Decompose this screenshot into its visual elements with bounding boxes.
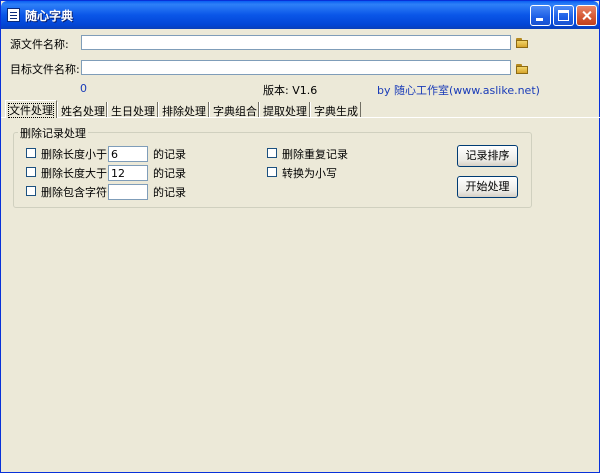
maximize-button[interactable] [553, 5, 574, 26]
tab-dict-generate[interactable]: 字典生成 [310, 102, 361, 118]
max-length-input[interactable] [108, 165, 148, 181]
target-file-input[interactable] [81, 60, 511, 75]
author-link[interactable]: by 随心工作室(www.aslike.net) [377, 82, 540, 98]
record-count: 0 [80, 82, 87, 95]
sort-records-button[interactable]: 记录排序 [457, 145, 518, 167]
min-length-label: 删除长度小于 [41, 148, 107, 161]
app-window: 随心字典 源文件名称: 目标文件名称: 0 版本: V1.6 by 随心工作室(… [0, 0, 600, 473]
minimize-button[interactable] [530, 5, 551, 26]
checkbox-max-length[interactable] [26, 167, 36, 177]
close-button[interactable] [576, 5, 597, 26]
min-length-input[interactable] [108, 146, 148, 162]
tab-file-processing[interactable]: 文件处理 [5, 100, 57, 118]
source-file-input[interactable] [81, 35, 511, 50]
max-length-label: 删除长度大于 [41, 167, 107, 180]
target-file-label: 目标文件名称: [10, 63, 80, 76]
to-lowercase-label: 转换为小写 [282, 167, 337, 180]
window-title: 随心字典 [25, 9, 74, 23]
contains-char-suffix: 的记录 [153, 186, 186, 199]
checkbox-min-length[interactable] [26, 148, 36, 158]
group-title: 删除记录处理 [18, 125, 88, 141]
max-length-suffix: 的记录 [153, 167, 186, 180]
tab-label: 文件处理 [8, 103, 54, 118]
app-icon [7, 8, 20, 22]
contains-char-input[interactable] [108, 184, 148, 200]
tab-name-processing[interactable]: 姓名处理 [57, 102, 107, 118]
tab-birthday-processing[interactable]: 生日处理 [107, 102, 158, 118]
close-icon [577, 6, 596, 25]
remove-duplicates-label: 删除重复记录 [282, 148, 348, 161]
min-length-suffix: 的记录 [153, 148, 186, 161]
checkbox-to-lowercase[interactable] [267, 167, 277, 177]
contains-char-label: 删除包含字符 [41, 186, 107, 199]
source-browse-folder-icon[interactable] [516, 37, 529, 48]
tab-dict-combine[interactable]: 字典组合 [209, 102, 259, 118]
target-browse-folder-icon[interactable] [516, 63, 529, 74]
checkbox-remove-duplicates[interactable] [267, 148, 277, 158]
title-bar[interactable]: 随心字典 [1, 1, 599, 29]
minimize-icon [536, 18, 543, 21]
source-file-label: 源文件名称: [10, 38, 69, 51]
maximize-icon [558, 10, 569, 21]
checkbox-contains-char[interactable] [26, 186, 36, 196]
tab-extract-processing[interactable]: 提取处理 [259, 102, 310, 118]
tab-exclude-processing[interactable]: 排除处理 [158, 102, 209, 118]
start-processing-button[interactable]: 开始处理 [457, 176, 518, 198]
version-label: 版本: V1.6 [263, 84, 318, 97]
